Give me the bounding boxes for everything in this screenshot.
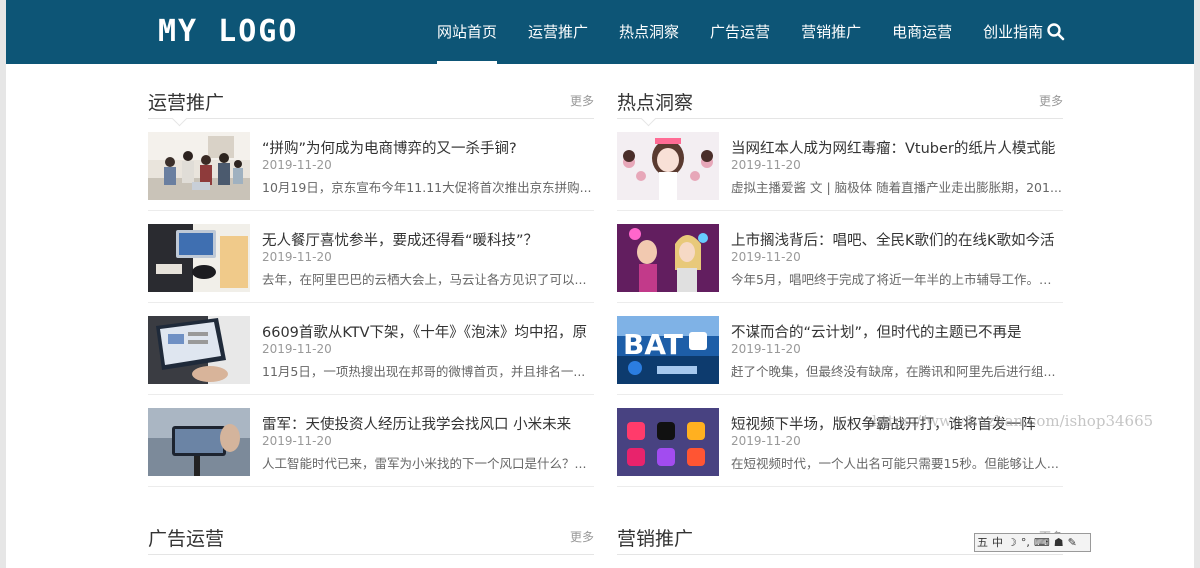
- article-thumbnail[interactable]: [617, 224, 719, 292]
- ime-toolbar[interactable]: 五 中 ☽ °, ⌨ ☗ ✎: [974, 533, 1091, 552]
- list-item: BAT 不谋而合的“云计划”，但时代的主题已不再是 2019-11-20 赶了个…: [617, 303, 1063, 395]
- thumbnail-bat-text: BAT: [623, 328, 683, 361]
- article-thumbnail[interactable]: [148, 224, 250, 292]
- section-header: 热点洞察 更多: [617, 70, 1063, 127]
- article-date: 2019-11-20: [731, 158, 801, 172]
- nav-item-operation[interactable]: 运营推广: [515, 0, 601, 64]
- ime-user-icon[interactable]: ☗: [1054, 535, 1064, 550]
- article-title[interactable]: 雷军：天使投资人经历让我学会找风口 小米未来: [262, 413, 594, 434]
- article-date: 2019-11-20: [731, 434, 801, 448]
- ime-chinese-icon[interactable]: 中: [992, 535, 1003, 550]
- article-thumbnail[interactable]: [617, 132, 719, 200]
- list-item: 无人餐厅喜忧参半，要成还得看“暖科技”？ 2019-11-20 去年，在阿里巴巴…: [148, 211, 594, 303]
- article-excerpt: 今年5月，唱吧终于完成了将近一年半的上市辅导工作。网...: [731, 272, 1063, 287]
- list-item: 短视频下半场，版权争霸战开打，谁将首发一阵 2019-11-20 在短视频时代，…: [617, 395, 1063, 487]
- article-title[interactable]: 无人餐厅喜忧参半，要成还得看“暖科技”？: [262, 229, 594, 250]
- ime-moon-icon[interactable]: ☽: [1007, 535, 1017, 550]
- more-link[interactable]: 更多: [570, 528, 594, 545]
- article-thumbnail[interactable]: [148, 408, 250, 476]
- article-date: 2019-11-20: [262, 250, 332, 264]
- more-link[interactable]: 更多: [570, 92, 594, 109]
- article-excerpt: 11月5日，一项热搜出现在邦哥的微博首页，并且排名一...: [262, 364, 586, 379]
- article-title[interactable]: “拼购”为何成为电商博弈的又一杀手锏?: [262, 137, 594, 158]
- ime-punctuation-icon[interactable]: °,: [1021, 535, 1030, 550]
- right-page-edge: [1194, 0, 1200, 568]
- article-excerpt: 赶了个晚集，但最终没有缺席，在腾讯和阿里先后进行组...: [731, 364, 1056, 379]
- article-date: 2019-11-20: [731, 342, 801, 356]
- article-excerpt: 去年，在阿里巴巴的云栖大会上，马云让各方见识了可以...: [262, 272, 587, 287]
- site-header: MY LOGO 网站首页 运营推广 热点洞察 广告运营 营销推广 电商运营 创业…: [6, 0, 1194, 64]
- list-item: “拼购”为何成为电商博弈的又一杀手锏? 2019-11-20 10月19日，京东…: [148, 119, 594, 211]
- site-logo[interactable]: MY LOGO: [158, 12, 298, 52]
- article-excerpt: 人工智能时代已来，雷军为小米找的下一个风口是什么？...: [262, 456, 587, 471]
- section-title: 运营推广: [148, 92, 225, 114]
- section-title: 热点洞察: [617, 92, 694, 114]
- nav-item-startup-guide[interactable]: 创业指南: [970, 0, 1056, 64]
- watermark: https://www.huzhan.com/ishop34665: [872, 412, 1154, 430]
- left-page-edge: [0, 0, 6, 568]
- list-item: 当网红本人成为网红毒瘤：Vtuber的纸片人模式能 2019-11-20 虚拟主…: [617, 119, 1063, 211]
- article-date: 2019-11-20: [262, 342, 332, 356]
- article-title[interactable]: 6609首歌从KTV下架，《十年》《泡沫》均中招，原: [262, 321, 594, 342]
- nav-item-advertising[interactable]: 广告运营: [697, 0, 783, 64]
- nav-item-home[interactable]: 网站首页: [424, 0, 510, 64]
- list-item: 上市搁浅背后：唱吧、全民K歌们的在线K歌如今活 2019-11-20 今年5月，…: [617, 211, 1063, 303]
- search-icon[interactable]: [1046, 22, 1066, 42]
- list-item: 雷军：天使投资人经历让我学会找风口 小米未来 2019-11-20 人工智能时代…: [148, 395, 594, 487]
- article-date: 2019-11-20: [262, 434, 332, 448]
- main-nav: 网站首页 运营推广 热点洞察 广告运营 营销推广 电商运营 创业指南: [424, 0, 1061, 64]
- nav-item-marketing[interactable]: 营销推广: [788, 0, 874, 64]
- ime-keyboard-icon[interactable]: ⌨: [1034, 535, 1050, 550]
- article-title[interactable]: 当网红本人成为网红毒瘤：Vtuber的纸片人模式能: [731, 137, 1063, 158]
- article-title[interactable]: 不谋而合的“云计划”，但时代的主题已不再是: [731, 321, 1063, 342]
- section-title: 广告运营: [148, 528, 225, 550]
- article-thumbnail[interactable]: [148, 132, 250, 200]
- nav-item-hot-insight[interactable]: 热点洞察: [606, 0, 692, 64]
- article-date: 2019-11-20: [262, 158, 332, 172]
- nav-item-ecommerce[interactable]: 电商运营: [879, 0, 965, 64]
- more-link[interactable]: 更多: [1039, 92, 1063, 109]
- ime-settings-icon[interactable]: ✎: [1068, 535, 1077, 550]
- article-thumbnail[interactable]: BAT: [617, 316, 719, 384]
- article-excerpt: 在短视频时代，一个人出名可能只需要15秒。但能够让人...: [731, 456, 1059, 471]
- article-excerpt: 10月19日，京东宣布今年11.11大促将首次推出京东拼购...: [262, 180, 592, 195]
- section-header: 广告运营 更多: [148, 506, 594, 555]
- article-thumbnail[interactable]: [148, 316, 250, 384]
- article-title[interactable]: 上市搁浅背后：唱吧、全民K歌们的在线K歌如今活: [731, 229, 1063, 250]
- section-title: 营销推广: [617, 528, 694, 550]
- section-header: 运营推广 更多: [148, 70, 594, 127]
- section-advertising: 广告运营 更多: [148, 506, 594, 555]
- article-thumbnail[interactable]: [617, 408, 719, 476]
- article-date: 2019-11-20: [731, 250, 801, 264]
- section-operation: 运营推广 更多 “拼购”为何成为电商博弈的又一杀手锏? 2019-11-20 1…: [148, 70, 594, 487]
- list-item: 6609首歌从KTV下架，《十年》《泡沫》均中招，原 2019-11-20 11…: [148, 303, 594, 395]
- article-excerpt: 虚拟主播爱酱 文 | 脑极体 随着直播产业走出膨胀期，201...: [731, 180, 1062, 195]
- ime-wubi-icon[interactable]: 五: [977, 535, 988, 550]
